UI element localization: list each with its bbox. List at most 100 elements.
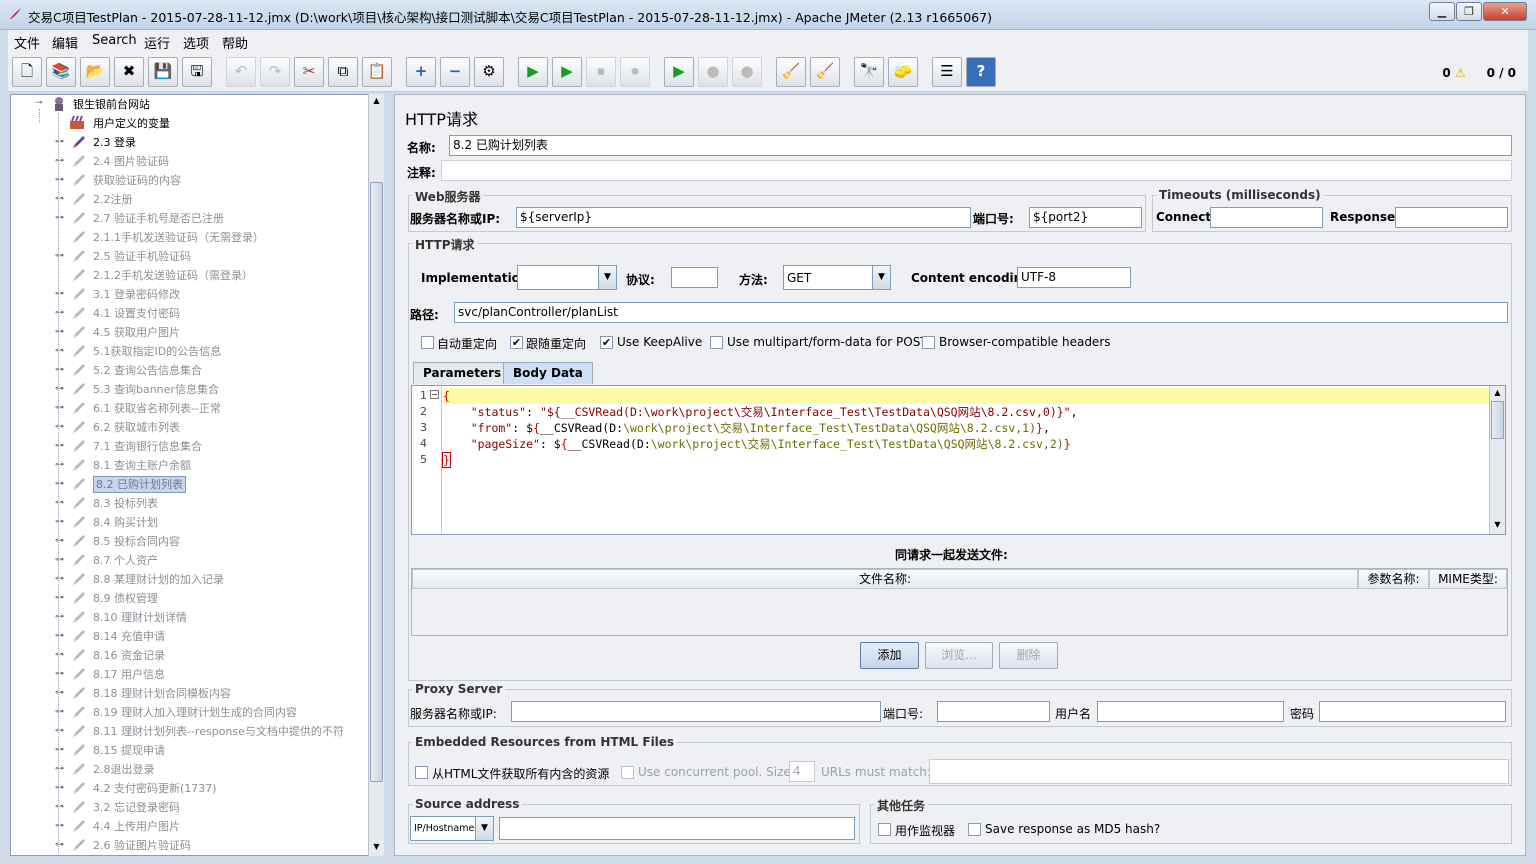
tree-item[interactable]: ⊶ 8.2 已购计划列表 — [55, 475, 375, 494]
tree-item[interactable]: ⊶ 4.5 获取用户图片 — [55, 323, 375, 342]
urls-match-input[interactable] — [929, 759, 1509, 784]
scroll-up-icon[interactable]: ▲ — [369, 94, 384, 108]
start-no-pause-icon[interactable]: ▶ — [552, 57, 582, 87]
tree-item[interactable]: ⊶ 7.1 查询银行信息集合 — [55, 437, 375, 456]
tree-item[interactable]: ⊶ 8.14 充值申请 — [55, 627, 375, 646]
proxy-user-input[interactable] — [1097, 701, 1284, 722]
tree-item[interactable]: ⊶ 2.8退出登录 — [55, 760, 375, 779]
tree-item[interactable]: ⊶ 3.2 忘记登录密码 — [55, 798, 375, 817]
editor-scrollbar[interactable]: ▲ ▼ — [1489, 386, 1505, 534]
expand-toggle-icon[interactable]: ⊶ — [55, 404, 64, 413]
warning-icon[interactable]: ⚠ — [1455, 66, 1466, 80]
paste-icon[interactable]: 📋 — [362, 57, 392, 87]
proxy-password-input[interactable] — [1319, 701, 1506, 722]
expand-toggle-icon[interactable]: ⊶ — [55, 309, 64, 318]
implementation-select[interactable]: ▼ — [517, 265, 617, 290]
protocol-input[interactable] — [671, 267, 718, 288]
minimize-button[interactable]: ▁ — [1429, 2, 1455, 21]
editor-scroll-thumb[interactable] — [1491, 401, 1504, 439]
start-icon[interactable]: ▶ — [518, 57, 548, 87]
expand-toggle-icon[interactable]: ⊶ — [55, 784, 64, 793]
chevron-down-icon[interactable]: ▼ — [872, 266, 890, 289]
stop-icon[interactable]: ⏹ — [586, 57, 616, 87]
expand-toggle-icon[interactable]: ⊶ — [55, 689, 64, 698]
comment-field[interactable] — [441, 160, 1512, 181]
collapse-toggle-icon[interactable]: ⊸ — [35, 99, 43, 108]
templates-icon[interactable]: 📚 — [46, 57, 76, 87]
tree-item[interactable]: ⊶ 5.2 查询公告信息集合 — [55, 361, 375, 380]
menu-help[interactable]: 帮助 — [222, 33, 248, 52]
tree-item[interactable]: ⊶ 5.1获取指定ID的公告信息 — [55, 342, 375, 361]
expand-toggle-icon[interactable]: ⊶ — [55, 366, 64, 375]
shutdown-icon[interactable]: ⏺ — [620, 57, 650, 87]
method-select[interactable]: GET ▼ — [783, 265, 891, 290]
expand-toggle-icon[interactable]: ⊶ — [55, 442, 64, 451]
expand-toggle-icon[interactable]: ⊶ — [55, 613, 64, 622]
tree-item[interactable]: ⊶ 8.1 查询主账户余额 — [55, 456, 375, 475]
tree-item[interactable]: ⊶ 4.1 设置支付密码 — [55, 304, 375, 323]
menu-options[interactable]: 选项 — [183, 33, 209, 52]
expand-toggle-icon[interactable]: ⊶ — [55, 423, 64, 432]
tree-item[interactable]: ⊶ 8.10 理财计划详情 — [55, 608, 375, 627]
clear-icon[interactable]: 🧹 — [776, 57, 806, 87]
tree-item[interactable]: ⊶ 8.5 投标合同内容 — [55, 532, 375, 551]
function-helper-icon[interactable]: ☰ — [932, 57, 962, 87]
tree-item[interactable]: ⊶ 6.2 获取城市列表 — [55, 418, 375, 437]
expand-toggle-icon[interactable]: ⊶ — [55, 727, 64, 736]
content-encoding-input[interactable]: UTF-8 — [1017, 267, 1131, 288]
remote-stop-icon[interactable]: ● — [698, 57, 728, 87]
tree-user-vars[interactable]: 用户定义的变量 — [69, 114, 269, 133]
tree-item[interactable]: ⊶ 8.17 用户信息 — [55, 665, 375, 684]
tree-item[interactable]: ⊶ 3.1 登录密码修改 — [55, 285, 375, 304]
chevron-down-icon[interactable]: ▼ — [475, 817, 493, 840]
body-data-editor[interactable]: 1 − 2 3 4 5 { "status": "${__CSVRead(D:\… — [411, 385, 1506, 535]
tree-item[interactable]: ⊶ 2.2注册 — [55, 190, 375, 209]
scroll-up-icon[interactable]: ▲ — [1490, 386, 1505, 400]
expand-toggle-icon[interactable]: ⊶ — [55, 157, 64, 166]
expand-toggle-icon[interactable]: ⊶ — [55, 575, 64, 584]
tab-body-data[interactable]: Body Data — [503, 362, 593, 384]
expand-toggle-icon[interactable]: ⊶ — [55, 594, 64, 603]
expand-toggle-icon[interactable]: ⊶ — [55, 518, 64, 527]
retrieve-embedded-checkbox[interactable] — [415, 766, 428, 779]
pool-size-input[interactable]: 4 — [789, 761, 815, 782]
tree-item[interactable]: 2.1.2手机发送验证码（需登录） — [55, 266, 375, 285]
tree-item[interactable]: ⊶ 8.4 购买计划 — [55, 513, 375, 532]
tab-parameters[interactable]: Parameters — [413, 362, 512, 384]
fold-icon[interactable]: − — [430, 390, 439, 399]
multipart-checkbox[interactable] — [710, 336, 723, 349]
follow-redirect-checkbox[interactable]: ✔ — [510, 336, 523, 349]
tree-item[interactable]: ⊶ 8.9 债权管理 — [55, 589, 375, 608]
source-address-input[interactable] — [499, 817, 855, 840]
expand-toggle-icon[interactable]: ⊶ — [55, 252, 64, 261]
proxy-server-input[interactable] — [511, 701, 881, 722]
expand-toggle-icon[interactable]: ⊶ — [55, 765, 64, 774]
clear-all-icon[interactable]: 🧹 — [810, 57, 840, 87]
tree-item[interactable]: ⊶ 8.7 个人资产 — [55, 551, 375, 570]
tree-item[interactable]: ⊶ 8.19 理财人加入理财计划生成的合同内容 — [55, 703, 375, 722]
expand-toggle-icon[interactable]: ⊶ — [55, 841, 64, 850]
tree-item[interactable]: ⊶ 2.7 验证手机号是否已注册 — [55, 209, 375, 228]
tree-item[interactable]: ⊶ 2.5 验证手机验证码 — [55, 247, 375, 266]
connect-timeout-input[interactable] — [1210, 207, 1323, 228]
browser-headers-checkbox[interactable] — [922, 336, 935, 349]
expand-toggle-icon[interactable]: ⊶ — [55, 214, 64, 223]
tree-scrollbar[interactable]: ▲ ▼ — [368, 94, 384, 856]
copy-icon[interactable]: ⧉ — [328, 57, 358, 87]
expand-toggle-icon[interactable]: ⊶ — [55, 632, 64, 641]
tree-item[interactable]: 2.1.1手机发送验证码（无需登录） — [55, 228, 375, 247]
expand-toggle-icon[interactable]: ⊶ — [55, 385, 64, 394]
auto-redirect-checkbox[interactable] — [421, 336, 434, 349]
tree-item[interactable]: ⊶ 8.8 某理财计划的加入记录 — [55, 570, 375, 589]
help-icon[interactable]: ? — [966, 57, 996, 87]
browse-button[interactable]: 浏览... — [925, 642, 993, 669]
maximize-button[interactable]: ❐ — [1456, 2, 1482, 21]
tree-item[interactable]: ⊶ 2.6 验证图片验证码 — [55, 836, 375, 855]
expand-toggle-icon[interactable]: ⊶ — [55, 138, 64, 147]
expand-toggle-icon[interactable]: ⊶ — [55, 480, 64, 489]
expand-toggle-icon[interactable]: ⊶ — [55, 461, 64, 470]
expand-toggle-icon[interactable]: ⊶ — [55, 328, 64, 337]
search-icon[interactable]: 🔭 — [854, 57, 884, 87]
expand-toggle-icon[interactable]: ⊶ — [55, 746, 64, 755]
redo-icon[interactable]: ↷ — [260, 57, 290, 87]
